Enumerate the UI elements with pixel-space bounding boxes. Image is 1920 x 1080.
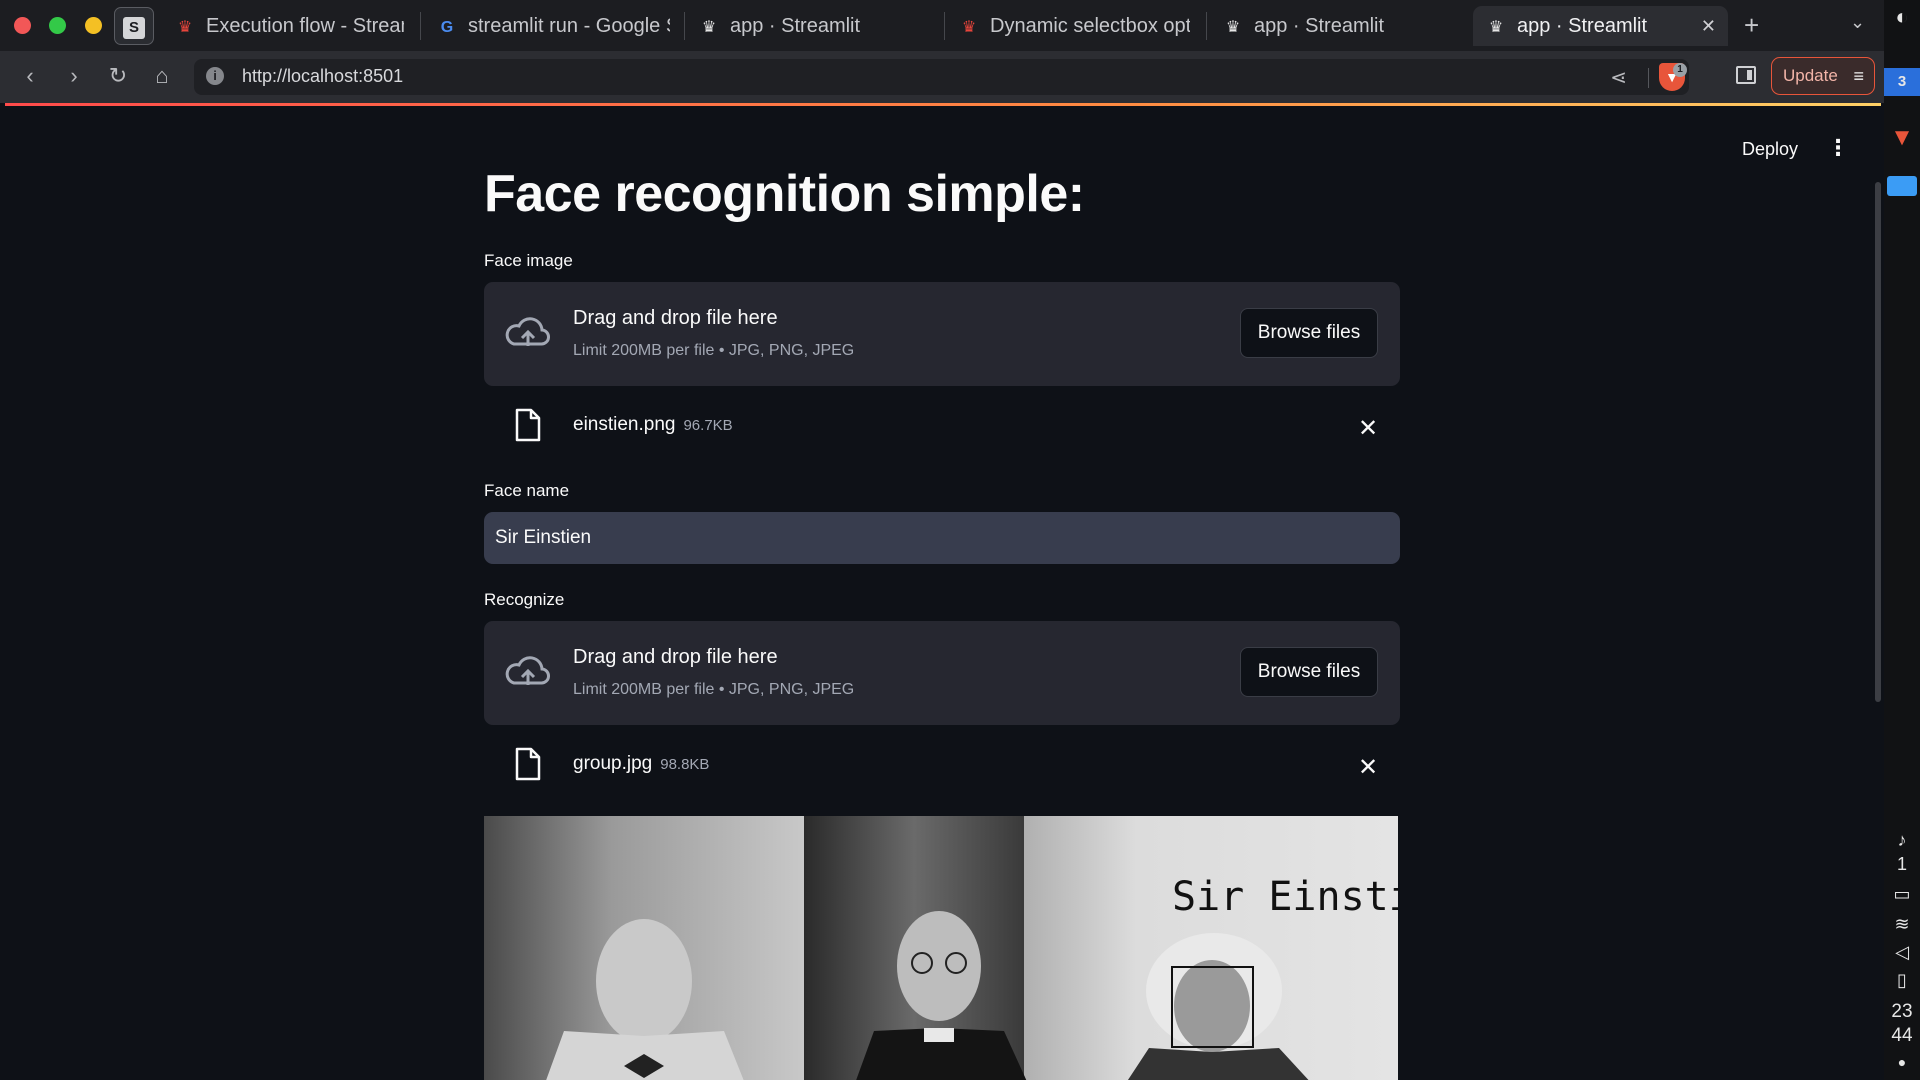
site-info-icon[interactable]: i	[206, 67, 224, 85]
dropzone-limit-text: Limit 200MB per file • JPG, PNG, JPEG	[573, 681, 855, 698]
streamlit-crown-icon: ♛	[1488, 19, 1504, 36]
close-tab-icon[interactable]: ✕	[1701, 6, 1716, 46]
address-bar[interactable]: i http://localhost:8501 ⋖ ▼ 1	[194, 59, 1689, 95]
wifi-icon[interactable]: ≋	[1884, 914, 1920, 935]
file-name: group.jpg 98.8KB	[573, 753, 710, 774]
streamlit-crown-icon: ♛	[961, 19, 977, 36]
browser-toolbar: ‹ › ↻ ⌂ i http://localhost:8501 ⋖ ▼ 1 Upd…	[0, 51, 1884, 103]
recognize-label: Recognize	[484, 590, 565, 609]
dropzone-title: Drag and drop file here	[573, 646, 778, 668]
keyboard-layout-icon[interactable]: ▭	[1884, 884, 1920, 905]
recognize-dropzone[interactable]: Drag and drop file here Limit 200MB per …	[484, 621, 1400, 725]
streamlit-app: Deploy ⋮ Face recognition simple: Face i…	[5, 106, 1881, 1080]
upload-cloud-icon	[505, 656, 550, 685]
tab-google-search[interactable]: Gstreamlit run - Google Search	[436, 6, 670, 46]
tab-execution-flow[interactable]: ♛Execution flow - Streamlit	[174, 6, 404, 46]
home-button[interactable]: ⌂	[148, 63, 176, 89]
streamlit-crown-icon: ♛	[701, 19, 717, 36]
update-button[interactable]: Update ≡	[1771, 57, 1875, 95]
face-name-input[interactable]: Sir Einstien	[484, 512, 1400, 564]
tab-divider	[684, 12, 685, 40]
shield-count-badge: 1	[1673, 63, 1687, 77]
address-bar-divider	[1648, 68, 1649, 88]
share-icon[interactable]: ⋖	[1610, 65, 1627, 90]
minimize-window-button[interactable]	[85, 17, 102, 34]
app-launcher-icon[interactable]: S	[114, 7, 154, 45]
browse-files-button[interactable]: Browse files	[1240, 647, 1378, 697]
tab-divider	[1206, 12, 1207, 40]
brave-browser-icon[interactable]: ▼	[1884, 124, 1920, 152]
dropzone-title: Drag and drop file here	[573, 307, 778, 329]
file-name: einstien.png 96.7KB	[573, 414, 733, 435]
files-folder-icon[interactable]	[1884, 176, 1920, 196]
tab-app-streamlit-2[interactable]: ♛ app · Streamlit	[1222, 6, 1452, 46]
streamlit-crown-icon: ♛	[177, 19, 193, 36]
tab-search-chevron-icon[interactable]: ⌄	[1850, 12, 1865, 33]
tab-divider	[944, 12, 945, 40]
forward-button[interactable]: ›	[60, 63, 88, 89]
uploaded-file-row: einstien.png 96.7KB ✕	[484, 402, 1400, 462]
recognition-result-image: Sir Einstien	[484, 816, 1398, 1080]
dropzone-limit-text: Limit 200MB per file • JPG, PNG, JPEG	[573, 342, 855, 359]
browser-tab-bar: S ♛Execution flow - Streamlit Gstreamlit…	[0, 0, 1884, 51]
file-size: 96.7KB	[683, 417, 733, 434]
volume-icon[interactable]: ◁	[1884, 942, 1920, 963]
face-name-label: Face name	[484, 481, 570, 500]
upload-cloud-icon	[505, 317, 550, 346]
remove-file-icon[interactable]: ✕	[1358, 414, 1378, 443]
maximize-window-button[interactable]	[49, 17, 66, 34]
page-title: Face recognition simple:	[484, 165, 1085, 223]
activities-icon[interactable]: ◐	[1884, 4, 1920, 30]
face-image-dropzone[interactable]: Drag and drop file here Limit 200MB per …	[484, 282, 1400, 386]
brave-shield-icon[interactable]: ▼ 1	[1659, 63, 1687, 91]
reload-button[interactable]: ↻	[104, 63, 132, 89]
face-image-label: Face image	[484, 251, 573, 270]
streamlit-crown-icon: ♛	[1225, 19, 1241, 36]
tab-app-streamlit-active[interactable]: ♛ app · Streamlit ✕	[1473, 6, 1728, 46]
user-icon[interactable]: ●	[1884, 1054, 1920, 1070]
tab-divider	[420, 12, 421, 40]
clock-hour[interactable]: 23	[1884, 1000, 1920, 1024]
group-photo-figures	[546, 911, 1309, 1080]
face-bounding-box	[1171, 966, 1254, 1048]
uploaded-file-row: group.jpg 98.8KB ✕	[484, 741, 1400, 801]
tab-dynamic-selectbox[interactable]: ♛Dynamic selectbox options	[958, 6, 1190, 46]
main-menu-icon[interactable]: ⋮	[1827, 135, 1849, 161]
remove-file-icon[interactable]: ✕	[1358, 753, 1378, 782]
notification-bell-icon[interactable]: ♪	[1884, 830, 1920, 851]
file-icon	[515, 408, 541, 442]
recognized-face-label: Sir Einstien	[1172, 874, 1398, 920]
browse-files-button[interactable]: Browse files	[1240, 308, 1378, 358]
os-panel: ◐ 3 ▼ ♪ 1 ▭ ≋ ◁ ▯ 23 44 ●	[1884, 0, 1920, 1080]
page-scrollbar[interactable]	[1875, 182, 1881, 702]
deploy-button[interactable]: Deploy	[1742, 139, 1798, 160]
file-size: 98.8KB	[660, 756, 710, 773]
sidebar-toggle-icon[interactable]	[1736, 66, 1756, 84]
tab-app-streamlit-1[interactable]: ♛ app · Streamlit	[698, 6, 928, 46]
workspace-indicator[interactable]: 3	[1884, 68, 1920, 96]
new-tab-button[interactable]: +	[1744, 10, 1759, 41]
google-icon: G	[440, 19, 454, 36]
file-icon	[515, 747, 541, 781]
back-button[interactable]: ‹	[16, 63, 44, 89]
url-text[interactable]: http://localhost:8501	[242, 66, 403, 87]
battery-icon[interactable]: ▯	[1884, 970, 1920, 991]
close-window-button[interactable]	[14, 17, 31, 34]
notification-count: 1	[1896, 854, 1907, 874]
clock-minute[interactable]: 44	[1884, 1024, 1920, 1048]
menu-icon: ≡	[1853, 66, 1864, 86]
